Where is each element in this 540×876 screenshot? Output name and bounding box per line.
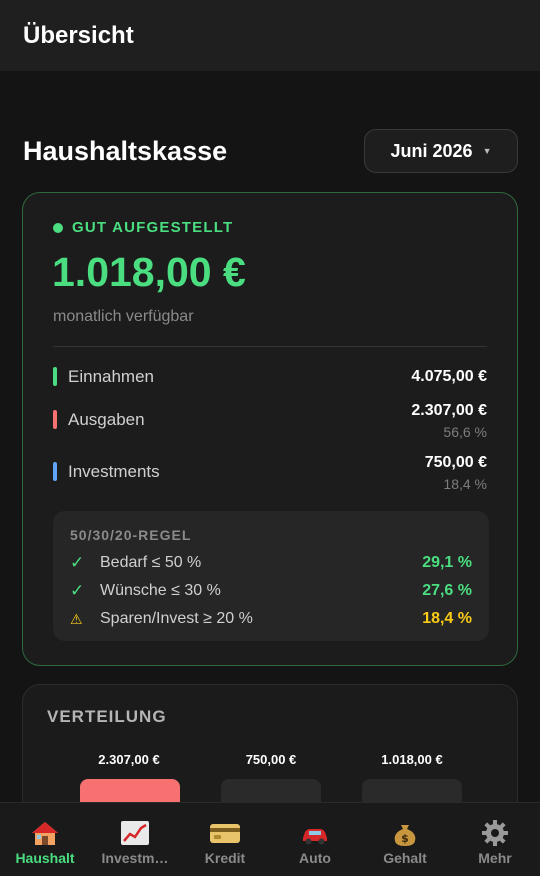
bottom-navigation: Haushalt Investm… Kredit Auto $ Gehalt M… — [0, 802, 540, 876]
nav-label-kredit: Kredit — [204, 850, 246, 866]
investments-color-bar — [53, 462, 57, 481]
caret-down-icon: ▼ — [482, 146, 492, 156]
income-value: 4.075,00 € — [411, 368, 487, 385]
nav-item-investments[interactable]: Investm… — [90, 803, 180, 876]
app-bar: Übersicht — [0, 0, 540, 71]
nav-label-auto: Auto — [299, 850, 331, 866]
check-icon: ✓ — [70, 553, 85, 572]
income-color-bar — [53, 367, 57, 386]
income-label: Einnahmen — [68, 367, 155, 386]
gear-icon — [482, 820, 508, 846]
investments-value: 750,00 € — [424, 454, 487, 471]
rule-label-savings: Sparen/Invest ≥ 20 % — [100, 610, 253, 627]
chart-icon — [121, 821, 149, 845]
rule-label-needs: Bedarf ≤ 50 % — [100, 554, 202, 571]
house-icon — [32, 822, 58, 845]
rule-label-wants: Wünsche ≤ 30 % — [100, 582, 221, 599]
nav-item-mehr[interactable]: Mehr — [450, 803, 540, 876]
expenses-value: 2.307,00 € — [411, 402, 487, 419]
divider — [53, 346, 487, 347]
warning-icon: ⚠ — [70, 610, 83, 627]
rule-value-needs: 29,1 % — [422, 554, 472, 571]
rule-value-wants: 27,6 % — [422, 582, 472, 599]
status-label: GUT AUFGESTELLT — [72, 219, 234, 236]
car-icon — [303, 829, 327, 845]
nav-label-investments: Investm… — [101, 850, 169, 866]
investments-label: Investments — [68, 462, 160, 481]
nav-label-gehalt: Gehalt — [383, 850, 427, 866]
available-amount-caption: monatlich verfügbar — [53, 308, 194, 325]
rule-row-needs: ✓ Bedarf ≤ 50 % 29,1 % — [70, 552, 472, 574]
month-selector[interactable]: Juni 2026 ▼ — [364, 129, 518, 173]
distribution-value-expenses: 2.307,00 € — [98, 752, 160, 767]
credit-card-icon — [210, 824, 240, 843]
svg-text:$: $ — [401, 832, 409, 845]
distribution-title: VERTEILUNG — [47, 707, 167, 726]
nav-item-auto[interactable]: Auto — [270, 803, 360, 876]
nav-item-haushalt[interactable]: Haushalt — [0, 803, 90, 876]
money-bag-icon: $ — [394, 825, 416, 846]
summary-card: GUT AUFGESTELLT 1.018,00 € monatlich ver… — [22, 192, 518, 666]
month-selector-label: Juni 2026 — [390, 140, 473, 161]
app-bar-title: Übersicht — [23, 21, 134, 49]
status-indicator: GUT AUFGESTELLT — [53, 219, 233, 236]
expenses-label: Ausgaben — [68, 410, 145, 429]
nav-item-kredit[interactable]: Kredit — [180, 803, 270, 876]
rule-row-wants: ✓ Wünsche ≤ 30 % 27,6 % — [70, 580, 472, 602]
expenses-percent: 56,6 % — [443, 424, 487, 440]
investments-row: Investments 750,00 € 18,4 % — [53, 454, 487, 511]
investments-percent: 18,4 % — [443, 476, 487, 492]
distribution-value-investments: 750,00 € — [245, 752, 297, 767]
check-icon: ✓ — [70, 581, 85, 600]
nav-label-haushalt: Haushalt — [15, 850, 75, 866]
nav-label-mehr: Mehr — [478, 850, 512, 866]
expenses-color-bar — [53, 410, 57, 429]
status-dot-icon — [53, 222, 63, 233]
expenses-row: Ausgaben 2.307,00 € 56,6 % — [53, 402, 487, 459]
distribution-value-available: 1.018,00 € — [381, 752, 443, 767]
available-amount: 1.018,00 € — [52, 249, 246, 295]
rule-title: 50/30/20-REGEL — [70, 527, 192, 543]
page-title: Haushaltskasse — [23, 136, 228, 166]
rule-row-savings: ⚠ Sparen/Invest ≥ 20 % 18,4 % — [70, 608, 472, 630]
rule-value-savings: 18,4 % — [422, 610, 472, 627]
nav-item-gehalt[interactable]: $ Gehalt — [360, 803, 450, 876]
rule-50-30-20-box: 50/30/20-REGEL ✓ Bedarf ≤ 50 % 29,1 % ✓ … — [53, 511, 489, 641]
